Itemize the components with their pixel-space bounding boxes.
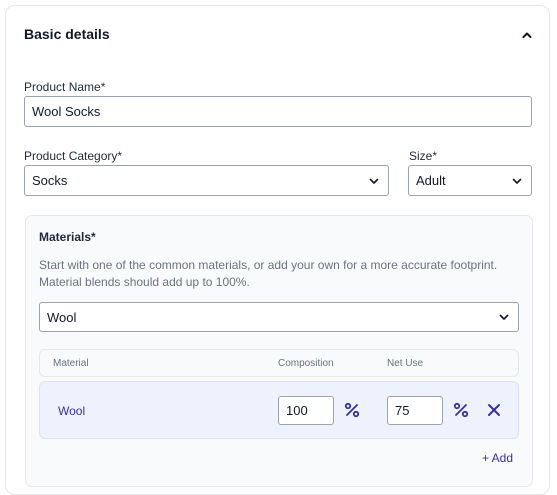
column-header-material: Material (53, 358, 89, 369)
product-name-label: Product Name* (24, 80, 106, 94)
product-name-input[interactable]: Wool Socks (24, 96, 532, 127)
net-use-percent-button[interactable] (452, 401, 470, 419)
chevron-down-icon (498, 311, 510, 323)
composition-percent-button[interactable] (343, 401, 361, 419)
add-material-button[interactable]: + Add (482, 451, 513, 465)
basic-details-card: Basic details Product Name* Wool Socks P… (5, 5, 550, 495)
column-header-composition: Composition (278, 358, 334, 369)
materials-panel: Materials* Start with one of the common … (25, 215, 533, 487)
size-value: Adult (416, 173, 446, 188)
section-title: Basic details (24, 26, 110, 42)
chevron-up-icon (522, 32, 532, 38)
collapse-button[interactable] (518, 26, 536, 44)
net-use-value: 75 (395, 403, 410, 418)
product-category-value: Socks (32, 173, 68, 188)
column-header-net-use: Net Use (387, 358, 424, 369)
composition-value: 100 (286, 403, 308, 418)
product-category-label: Product Category* (24, 149, 123, 163)
percent-icon (453, 402, 469, 418)
material-select-value: Wool (47, 309, 77, 325)
materials-help-line-1: Start with one of the common materials, … (39, 258, 498, 272)
size-select[interactable]: Adult (408, 165, 532, 196)
materials-help-text: Start with one of the common materials, … (39, 257, 519, 291)
product-category-select[interactable]: Socks (24, 165, 389, 196)
remove-material-button[interactable] (485, 401, 503, 419)
chevron-down-icon (368, 175, 380, 187)
material-select[interactable]: Wool (39, 302, 519, 332)
materials-table-header: Material Composition Net Use (39, 349, 519, 377)
product-name-value: Wool Socks (32, 104, 101, 119)
materials-label: Materials* (39, 230, 96, 244)
chevron-down-icon (511, 175, 523, 187)
close-icon (488, 404, 500, 416)
size-label: Size* (409, 149, 438, 163)
percent-icon (344, 402, 360, 418)
net-use-input[interactable]: 75 (387, 396, 443, 425)
composition-input[interactable]: 100 (278, 396, 334, 425)
material-name-link[interactable]: Wool (58, 404, 85, 418)
materials-help-line-2: Material blends should add up to 100%. (39, 275, 250, 289)
table-row: Wool 100 75 (39, 381, 519, 439)
